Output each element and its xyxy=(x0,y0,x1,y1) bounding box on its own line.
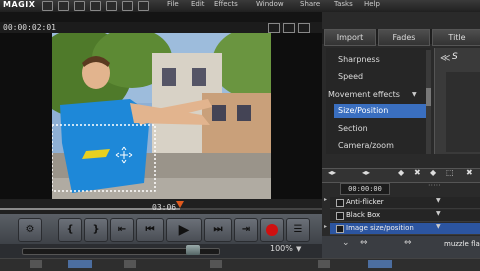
list-item-section[interactable]: Section xyxy=(338,124,368,133)
checkbox-anti-flicker[interactable] xyxy=(336,199,344,207)
effect-label: Black Box xyxy=(346,211,381,219)
play-icon: ▶ xyxy=(178,222,190,238)
expand-arrow-icon[interactable]: ▸ xyxy=(324,196,327,203)
menu-file[interactable]: File xyxy=(167,0,179,8)
expand-arrow-icon[interactable]: ▸ xyxy=(324,223,327,230)
jump-end-icon: ⇥ xyxy=(241,224,251,235)
video-frame xyxy=(52,33,271,199)
list-item-sharpness[interactable]: Sharpness xyxy=(338,55,380,64)
volume-slider-thumb[interactable] xyxy=(186,245,200,255)
tab-title[interactable]: Title xyxy=(432,29,480,46)
preview-title-initial: S xyxy=(452,52,458,62)
mark-out-button[interactable]: } xyxy=(84,218,108,242)
dropdown-icon[interactable]: ▼ xyxy=(436,210,444,217)
playhead-marker[interactable] xyxy=(176,201,184,208)
delete-keyframe-icon[interactable]: ✖ xyxy=(414,168,421,177)
preview-thumbnail[interactable] xyxy=(446,72,480,152)
prev-keyframe-icon[interactable]: ◂▸ xyxy=(328,168,336,177)
checkbox-image-size-position[interactable] xyxy=(336,225,344,233)
expand-icon[interactable]: ⬚ xyxy=(446,168,454,177)
fullscreen-icon[interactable] xyxy=(283,23,295,33)
play-button[interactable]: ▶ xyxy=(166,218,202,242)
next-icon: ⏭ xyxy=(213,224,223,235)
clip-label: muzzle flash xyxy=(444,240,480,248)
menu-bar xyxy=(0,0,480,12)
jump-end-button[interactable]: ⇥ xyxy=(234,218,258,242)
more-dots: ····· xyxy=(428,181,441,190)
next-button[interactable]: ⏭ xyxy=(204,218,232,242)
effects-button[interactable]: ⚙ xyxy=(18,218,42,242)
split-icon[interactable]: ⇔ xyxy=(360,238,368,248)
timeline-icon[interactable] xyxy=(124,260,136,268)
overview-icon[interactable] xyxy=(368,260,392,268)
list-item-size-position[interactable]: Size/Position xyxy=(334,104,426,118)
effect-row-image-size-position[interactable]: Image size/position ▼ xyxy=(330,223,480,235)
tab-import[interactable]: Import xyxy=(324,29,376,46)
dropdown-icon[interactable]: ▼ xyxy=(436,197,444,204)
screen-icon[interactable] xyxy=(268,23,280,33)
open-icon[interactable] xyxy=(42,1,53,11)
toolbar-strip xyxy=(0,12,322,22)
cut-mode-icon[interactable] xyxy=(210,260,222,268)
storyboard-icon[interactable] xyxy=(68,260,92,268)
menu-tasks[interactable]: Tasks xyxy=(334,0,353,8)
dropdown-icon[interactable]: ▼ xyxy=(436,223,444,230)
keyframe-time[interactable]: 00:00:00 xyxy=(340,183,390,195)
save-icon[interactable] xyxy=(58,1,69,11)
record-button[interactable] xyxy=(260,218,284,242)
close-panel-icon[interactable]: ✖ xyxy=(466,168,473,177)
effect-row-black-box[interactable]: Black Box ▼ xyxy=(330,210,480,222)
effect-label: Image size/position xyxy=(346,224,414,232)
back-arrow-icon[interactable]: ≪ xyxy=(440,53,450,64)
tab-fades[interactable]: Fades xyxy=(378,29,430,46)
menu-window[interactable]: Window xyxy=(256,0,284,8)
mark-in-button[interactable]: { xyxy=(58,218,82,242)
video-letterbox-left xyxy=(0,33,52,199)
delete-icon[interactable] xyxy=(106,1,117,11)
undo-icon[interactable] xyxy=(74,1,85,11)
menu-share[interactable]: Share xyxy=(300,0,320,8)
unlink-icon[interactable]: ⇔ xyxy=(404,238,412,248)
list-item-movement-effects[interactable]: Movement effects xyxy=(328,90,400,99)
menu-edit[interactable]: Edit xyxy=(191,0,205,8)
mixer-icon: ☰ xyxy=(293,224,303,235)
timecode-display: 00:00:02:01 xyxy=(3,23,56,32)
mixer-button[interactable]: ☰ xyxy=(286,218,310,242)
jump-start-button[interactable]: ⇤ xyxy=(110,218,134,242)
add-keyframe-icon[interactable]: ◆ xyxy=(398,168,404,177)
jump-start-icon: ⇤ xyxy=(117,224,127,235)
menu-help[interactable]: Help xyxy=(364,0,380,8)
video-preview[interactable] xyxy=(52,33,271,199)
list-item-speed[interactable]: Speed xyxy=(338,72,363,81)
zoom-dropdown-icon[interactable]: ▼ xyxy=(296,245,301,253)
app-logo: MAGIX xyxy=(3,0,36,9)
effect-row-anti-flicker[interactable]: Anti-flicker ▼ xyxy=(330,197,480,209)
video-letterbox-right xyxy=(271,33,322,199)
scrub-time-label: 03:06 xyxy=(152,203,177,212)
redo-icon[interactable] xyxy=(90,1,101,11)
previous-icon: ⏮ xyxy=(145,224,155,235)
menu-effects[interactable]: Effects xyxy=(214,0,238,8)
effect-label: Anti-flicker xyxy=(346,198,384,206)
list-item-camera-zoom[interactable]: Camera/zoom xyxy=(338,141,394,150)
next-keyframe-icon[interactable]: ◂▸ xyxy=(362,168,370,177)
collapse-icon[interactable]: ▼ xyxy=(412,91,417,98)
list-scrollbar-thumb[interactable] xyxy=(426,88,431,106)
cut-icon[interactable] xyxy=(122,1,133,11)
previous-button[interactable]: ⏮ xyxy=(136,218,164,242)
zoom-level[interactable]: 100% xyxy=(270,244,293,253)
chevron-down-icon[interactable]: ⌄ xyxy=(342,238,350,248)
checkbox-black-box[interactable] xyxy=(336,212,344,220)
mark-out-icon: } xyxy=(92,224,100,235)
paste-icon[interactable] xyxy=(138,1,149,11)
text-icon[interactable] xyxy=(318,260,330,268)
settings-icon[interactable] xyxy=(298,23,310,33)
effects-icon: ⚙ xyxy=(25,224,35,235)
reset-keyframe-icon[interactable]: ◆ xyxy=(430,168,436,177)
mode-icon[interactable] xyxy=(30,260,42,268)
record-icon xyxy=(266,224,278,236)
mark-in-icon: { xyxy=(66,224,74,235)
